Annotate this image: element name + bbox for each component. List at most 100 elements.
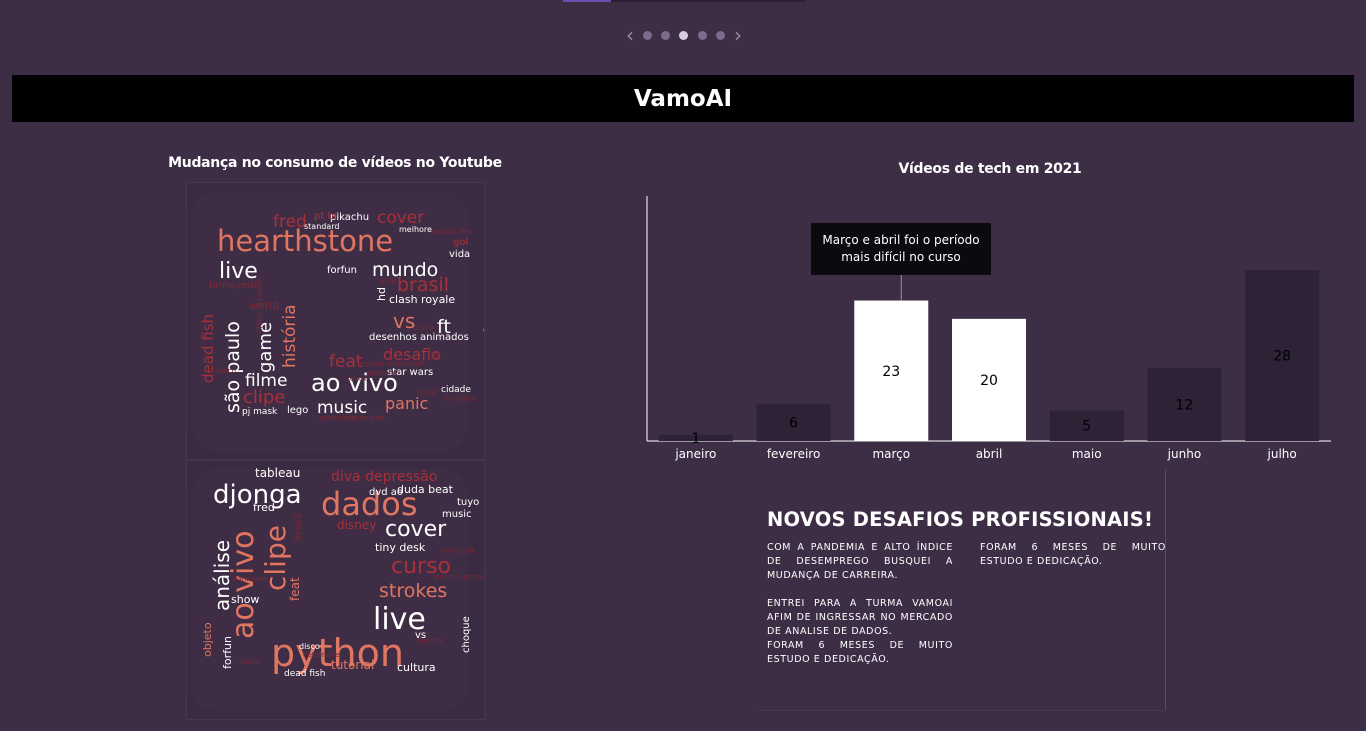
bar-value-label: 28 bbox=[1273, 349, 1291, 365]
wordcloud-word: nirvana bbox=[445, 394, 475, 403]
wordcloud-word: vida bbox=[449, 249, 470, 260]
wordcloud-word: desenhos animados bbox=[369, 332, 469, 343]
wordcloud-word: vs bbox=[393, 309, 415, 333]
wordcloud-word: entrevista bbox=[319, 414, 354, 422]
bar-value-label: 5 bbox=[1082, 419, 1091, 435]
wordcloud-word: amazon prime bbox=[433, 573, 483, 581]
wordcloud-word: cultura bbox=[397, 661, 436, 674]
wordcloud-word: história bbox=[280, 304, 300, 368]
wordcloud-word: hd bbox=[375, 287, 388, 301]
bar-janeiro[interactable] bbox=[658, 434, 733, 441]
desafios-column-2: FORAM 6 MESES DE MUITO ESTUDO E DEDICAÇÃ… bbox=[980, 541, 1166, 569]
wordcloud-word: disney bbox=[337, 518, 376, 532]
wordcloud-word: forfun bbox=[221, 636, 234, 669]
top-progress-segment bbox=[563, 0, 611, 2]
wordcloud-2020-svg: hearthstonelive mundocoverfred pikachubras… bbox=[191, 191, 484, 451]
wordcloud-word: forfun bbox=[327, 265, 357, 276]
wordcloud-word: chico rezende bbox=[255, 277, 264, 333]
bar-value-label: 12 bbox=[1176, 397, 1194, 413]
wordcloud-word: tuyo bbox=[457, 497, 479, 508]
wordcloud-2021: djonga dados cover tiny desk live python ao vi… bbox=[186, 460, 485, 720]
bar-value-label: 6 bbox=[789, 416, 798, 432]
wordcloud-word: show bbox=[231, 593, 259, 606]
wordcloud-word: fred bbox=[253, 501, 275, 514]
dashboard-banner: VamoAI bbox=[12, 75, 1354, 122]
dashboard-title: VamoAI bbox=[633, 85, 733, 112]
wordcloud-word: feat bbox=[288, 577, 302, 601]
chevron-left-icon[interactable]: ‹ bbox=[626, 25, 634, 45]
chevron-right-icon[interactable]: › bbox=[734, 25, 742, 45]
wordcloud-word: cover bbox=[385, 517, 447, 542]
wordcloud-word: strokes bbox=[379, 580, 447, 602]
pager-dot-2[interactable] bbox=[661, 30, 671, 40]
wordcloud-word: acústico bbox=[207, 367, 236, 375]
bar-maio[interactable] bbox=[1049, 410, 1124, 441]
wordcloud-word: pandas bbox=[417, 637, 443, 645]
wordcloud-word: dataframe bbox=[303, 651, 340, 659]
wordcloud-word: tableau bbox=[255, 466, 300, 480]
wordcloud-word: animation bbox=[351, 414, 386, 422]
top-progress-bar bbox=[563, 0, 805, 2]
wordcloud-word: escolha bbox=[357, 360, 384, 368]
wordcloud-word: gol bbox=[453, 237, 468, 248]
desafios-panel: NOVOS DESAFIOS PROFISSIONAIS! COM A PAND… bbox=[757, 470, 1166, 711]
bar-junho[interactable] bbox=[1147, 367, 1222, 441]
wordcloud-word: melhore bbox=[399, 225, 432, 234]
wordcloud-word: fred bbox=[273, 212, 307, 232]
desafios-paragraph: ENTREI PARA A TURMA VAMOAI AFIM DE INGRE… bbox=[767, 598, 953, 637]
desafios-column-1: COM A PANDEMIA E ALTO ÍNDICE DE DESEMPRE… bbox=[767, 541, 953, 667]
bar-abril[interactable] bbox=[952, 318, 1026, 441]
pager-dot-3[interactable] bbox=[679, 30, 689, 40]
wordcloud-word: studio bbox=[239, 658, 261, 666]
wordcloud-word: lego bbox=[287, 405, 308, 416]
wordcloud-word: carro bbox=[483, 323, 484, 336]
wordcloud-word: remix bbox=[347, 375, 367, 383]
wordcloud-word: nando reis bbox=[431, 227, 473, 236]
bar-fevereiro[interactable] bbox=[756, 404, 831, 441]
desafios-paragraph: FORAM 6 MESES DE MUITO ESTUDO E DEDICAÇÃ… bbox=[980, 542, 1166, 567]
bar-julho[interactable] bbox=[1245, 270, 1320, 441]
wordcloud-word: tiny desk bbox=[375, 541, 426, 554]
wordcloud-word: paulinho bbox=[367, 369, 397, 377]
bar-value-label: 1 bbox=[691, 431, 700, 447]
desafios-paragraph: FORAM 6 MESES DE MUITO ESTUDO E DEDICAÇÃ… bbox=[767, 640, 953, 665]
wordcloud-word: paramore bbox=[233, 575, 267, 583]
pager-dot-5[interactable] bbox=[715, 30, 725, 40]
wordcloud-word: top bbox=[427, 350, 440, 359]
wordcloud-2021-svg: djonga dadoscovertiny desklivepythonao vi… bbox=[191, 466, 483, 711]
x-tick-label: fevereiro bbox=[767, 447, 821, 461]
wordcloud-word: clipe bbox=[243, 387, 285, 408]
wordcloud-word: pt br bbox=[314, 211, 339, 222]
wordcloud-word: world bbox=[249, 299, 279, 312]
x-tick-label: março bbox=[872, 447, 910, 461]
wordcloud-word: disco bbox=[299, 642, 320, 651]
wordcloud-word: qual bbox=[379, 276, 396, 285]
desafios-paragraph: COM A PANDEMIA E ALTO ÍNDICE DE DESEMPRE… bbox=[767, 542, 953, 581]
wordcloud-word: duda beat bbox=[397, 483, 454, 496]
wordcloud-word: dead fish bbox=[284, 669, 325, 679]
wordcloud-word: natal bbox=[417, 388, 437, 397]
x-tick-label: junho bbox=[1167, 447, 1202, 461]
story-pager: ‹ › bbox=[626, 25, 742, 45]
wordcloud-word: clash royale bbox=[389, 293, 455, 306]
wordcloud-word: disco bbox=[413, 323, 434, 332]
x-tick-label: julho bbox=[1267, 447, 1297, 461]
x-tick-label: abril bbox=[976, 447, 1003, 461]
wordcloud-word: brasil bbox=[293, 514, 304, 541]
bar-value-label: 20 bbox=[980, 373, 998, 389]
pager-dot-1[interactable] bbox=[643, 30, 653, 40]
wordcloud-2020: hearthstone live mundo cover fred pikachu bras… bbox=[186, 182, 485, 460]
wordcloud-word: objeto bbox=[201, 622, 214, 657]
pager-dot-4[interactable] bbox=[697, 30, 707, 40]
wordcloud-title: Mudança no consumo de vídeos no Youtube bbox=[168, 155, 502, 171]
bar-março[interactable] bbox=[854, 300, 929, 441]
wordcloud-word: minecraft bbox=[387, 359, 425, 368]
x-tick-label: janeiro bbox=[674, 447, 716, 461]
wordcloud-word: choque bbox=[461, 616, 472, 653]
bar-value-label: 23 bbox=[882, 364, 900, 380]
desafios-heading: NOVOS DESAFIOS PROFISSIONAIS! bbox=[767, 508, 1154, 531]
chart-title: Vídeos de tech em 2021 bbox=[898, 161, 1082, 177]
chart-annotation: Março e abril foi o período mais difícil… bbox=[811, 223, 991, 275]
x-tick-label: maio bbox=[1072, 447, 1102, 461]
wordcloud-word: music bbox=[442, 509, 472, 520]
